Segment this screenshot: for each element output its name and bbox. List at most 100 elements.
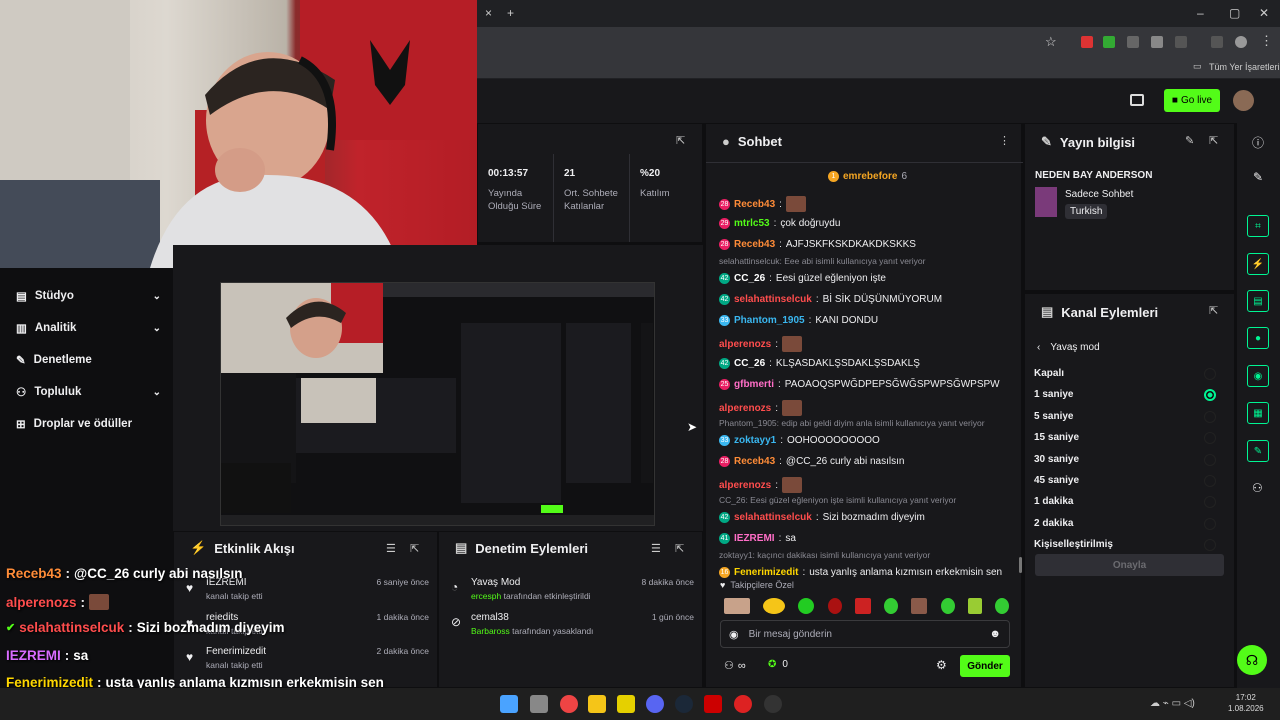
radio-button[interactable]: [1204, 389, 1216, 402]
all-bookmarks-link[interactable]: Tüm Yer İşaretleri: [1209, 62, 1280, 72]
emote-icon[interactable]: [724, 598, 750, 614]
folder-icon[interactable]: [588, 695, 606, 713]
radio-button[interactable]: [1204, 475, 1216, 487]
chat-username[interactable]: alperenozs: [719, 339, 771, 350]
chat-username[interactable]: alperenozs: [719, 403, 771, 414]
app-icon[interactable]: [764, 695, 782, 713]
users-icon[interactable]: ⚇: [1252, 481, 1263, 495]
chat-message[interactable]: 16 Fenerimizedit: usta yanlış anlama kızmı…: [719, 567, 1002, 578]
go-live-button[interactable]: ■ Go live: [1164, 89, 1220, 112]
new-tab-button[interactable]: +: [507, 6, 514, 20]
gear-icon[interactable]: ⚙: [936, 658, 947, 672]
window-close-button[interactable]: ✕: [1259, 6, 1269, 20]
popout-icon[interactable]: ⇱: [410, 542, 419, 555]
info-icon[interactable]: ⓘ: [1252, 134, 1264, 151]
slow-mode-option[interactable]: 1 dakika: [1034, 496, 1224, 512]
emote-icon[interactable]: [763, 598, 786, 614]
radio-button[interactable]: [1204, 368, 1216, 380]
broadcast-icon[interactable]: ◉: [1247, 365, 1269, 387]
chat-input[interactable]: ◉ Bir mesaj gönderin ☻: [720, 620, 1010, 648]
emote-icon[interactable]: [854, 598, 871, 614]
chat-username[interactable]: Receb43: [734, 199, 775, 210]
chat-message[interactable]: 42 selahattinselcuk: Bİ SİK DÜŞÜNMÜYORUM: [719, 294, 942, 305]
hd-icon[interactable]: [1130, 94, 1144, 106]
kebab-menu-icon[interactable]: ⋮: [999, 134, 1010, 147]
mod-action-item[interactable]: ⊘ cemal38 Barbaross tarafından yasaklandı 1…: [449, 612, 694, 642]
wrench-icon[interactable]: ✎: [1247, 440, 1269, 462]
emote-icon[interactable]: [911, 598, 928, 614]
edit-icon[interactable]: ✎: [1185, 134, 1194, 147]
chat-username[interactable]: mtrlc53: [734, 218, 770, 229]
chat-username[interactable]: Receb43: [734, 456, 775, 467]
extension-icon[interactable]: [1127, 36, 1139, 48]
popout-icon[interactable]: ⇱: [676, 134, 685, 147]
chat-message[interactable]: 42 selahattinselcuk: Sizi bozmadım diyeyim: [719, 512, 925, 523]
chat-username[interactable]: selahattinselcuk: [734, 512, 812, 523]
radio-button[interactable]: [1204, 539, 1216, 552]
app-icon[interactable]: [617, 695, 635, 713]
bolt-icon[interactable]: ⚡: [1247, 253, 1269, 275]
sidebar-item-studio[interactable]: ▤ Stüdyo ⌄: [16, 286, 161, 306]
chat-username[interactable]: CC_26: [734, 358, 765, 369]
chat-username[interactable]: Fenerimizedit: [734, 567, 798, 578]
radio-button[interactable]: [1204, 453, 1216, 466]
queue-icon[interactable]: [1211, 36, 1223, 48]
radio-button[interactable]: [1204, 432, 1216, 445]
extension-icon[interactable]: [1151, 36, 1163, 48]
popout-icon[interactable]: ⇱: [1209, 304, 1218, 317]
sidebar-item-community[interactable]: ⚇ Topluluk ⌄: [16, 382, 161, 402]
chat-message[interactable]: 42 CC_26: Eesi güzel eğleniyon işte: [719, 273, 886, 284]
category-name[interactable]: Sadece Sohbet: [1065, 189, 1133, 200]
chat-message[interactable]: alperenozs:: [719, 477, 803, 493]
filter-icon[interactable]: ☰: [651, 542, 661, 555]
filter-icon[interactable]: ☰: [386, 542, 396, 555]
chat-bubble-icon[interactable]: ●: [1247, 327, 1269, 349]
slow-mode-option[interactable]: 15 saniye: [1034, 432, 1224, 448]
confirm-button[interactable]: Onayla: [1035, 554, 1224, 576]
send-button[interactable]: Gönder: [960, 655, 1010, 677]
sidebar-item-analytics[interactable]: ▥ Analitik ⌄: [16, 318, 161, 338]
document-icon[interactable]: ▤: [1247, 290, 1269, 312]
chat-username[interactable]: alperenozs: [719, 480, 771, 491]
emote-icon[interactable]: [940, 598, 955, 614]
emoji-icon[interactable]: ☻: [989, 628, 1001, 640]
radio-button[interactable]: [1204, 496, 1216, 509]
chat-message[interactable]: 42 CC_26: KLŞASDAKLŞSDAKLŞSDAKLŞ: [719, 358, 920, 369]
star-icon[interactable]: ☆: [1045, 34, 1057, 50]
slow-mode-option[interactable]: 30 saniye: [1034, 453, 1224, 470]
chat-scrollbar[interactable]: [1019, 557, 1022, 573]
chat-message[interactable]: 33 Phantom_1905: KANI DONDU: [719, 315, 878, 326]
mod-actor[interactable]: ercesph: [471, 591, 501, 601]
sidebar-item-moderation[interactable]: ✎ Denetleme: [16, 350, 161, 370]
slow-mode-option[interactable]: 5 saniye: [1034, 410, 1224, 427]
radio-button[interactable]: [1204, 410, 1216, 423]
avatar[interactable]: [1233, 90, 1254, 111]
activity-item[interactable]: ♥ IEZREMI kanalı takip etti 6 saniye önce: [184, 577, 429, 607]
emote-icon[interactable]: [798, 598, 815, 614]
slow-mode-option[interactable]: 2 dakika: [1034, 517, 1224, 534]
obs-icon[interactable]: [734, 695, 752, 713]
chat-reaction-info[interactable]: ⚇ ∞: [724, 659, 746, 673]
tray-icons[interactable]: ☁ ⌁ ▭ ◁): [1150, 698, 1195, 709]
chat-username[interactable]: CC_26: [734, 273, 765, 284]
chat-username[interactable]: Phantom_1905: [734, 315, 805, 326]
chat-message[interactable]: 29 mtrlc53: çok doğruydu: [719, 218, 840, 229]
chat-username[interactable]: gfbmerti: [734, 379, 774, 390]
slow-mode-option[interactable]: Kişiselleştirilmiş: [1034, 539, 1224, 555]
channel-icon[interactable]: ▦: [1247, 402, 1269, 424]
emote-icon[interactable]: [884, 598, 899, 614]
sidebar-item-drops[interactable]: ⊞ Droplar ve ödüller: [16, 414, 161, 434]
headset-icon[interactable]: ☊: [1237, 645, 1267, 675]
steam-icon[interactable]: [675, 695, 693, 713]
chat-message[interactable]: 28 Receb43: @CC_26 curly abi nasılsın: [719, 456, 904, 467]
chat-message[interactable]: 25 gfbmerti: PAOAOQSPWĞDPEPSĞWĞSPWPSĞWPSPW: [719, 379, 1000, 390]
stream-preview-video[interactable]: [220, 282, 655, 526]
mod-action-item[interactable]: ◔ Yavaş Mod ercesph tarafından etkinleştir…: [449, 577, 694, 607]
slow-mode-back[interactable]: ‹ Yavaş mod: [1037, 342, 1100, 353]
discord-icon[interactable]: [646, 695, 664, 713]
emote-icon[interactable]: [994, 598, 1009, 614]
emote-icon[interactable]: [827, 598, 842, 614]
slow-mode-option[interactable]: 1 saniye: [1034, 389, 1224, 405]
media-icon[interactable]: [704, 695, 722, 713]
chat-message[interactable]: 33 zoktayy1: OOHOOOOOOOOO: [719, 435, 880, 446]
